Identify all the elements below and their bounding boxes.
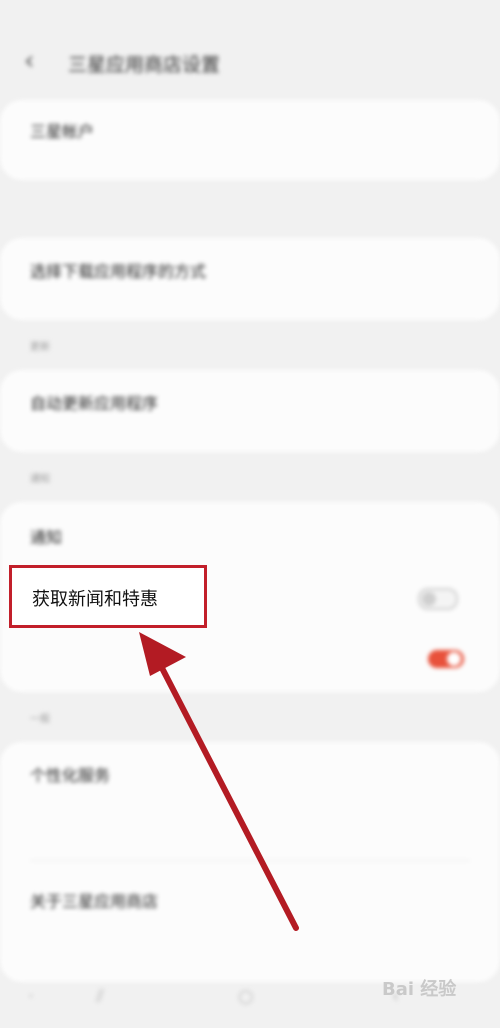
header: ‹ 三星应用商店设置 [0, 42, 500, 82]
page-title: 三星应用商店设置 [68, 54, 221, 76]
news-offers-toggle[interactable] [418, 588, 458, 610]
back-arrow-icon[interactable]: ‹ [24, 46, 34, 76]
about-title[interactable]: 关于三星应用商店 [30, 888, 158, 912]
news-offers-label: 获取新闻和特惠 [32, 589, 158, 610]
auto-update-title: 自动更新应用程序 [30, 394, 159, 413]
account-card[interactable]: 三星帐户 [0, 100, 500, 180]
personalized-title[interactable]: 个性化服务 [30, 762, 110, 786]
auto-update-card[interactable]: 自动更新应用程序 [0, 370, 500, 452]
account-title: 三星帐户 [30, 122, 95, 141]
download-method-title: 选择下载应用程序的方式 [30, 262, 207, 281]
nav-dot-icon[interactable]: · [28, 986, 34, 1007]
toggle-knob [447, 652, 461, 666]
section-update: 更新 [30, 342, 50, 353]
status-bar [0, 0, 500, 34]
general-card: 个性化服务 关于三星应用商店 [0, 742, 500, 982]
marketing-toggle[interactable] [428, 650, 464, 668]
toggle-knob [422, 592, 436, 606]
watermark-logo: Bai 经验 [382, 979, 457, 1000]
recent-apps-icon[interactable]: ⫽ [96, 986, 104, 1007]
home-icon[interactable]: ○ [238, 986, 254, 1007]
download-method-card[interactable]: 选择下载应用程序的方式 [0, 238, 500, 320]
divider [30, 860, 470, 861]
section-notifications: 通知 [30, 474, 50, 485]
section-general: 一般 [30, 714, 50, 725]
notifications-title[interactable]: 通知 [30, 524, 62, 548]
news-offers-highlight[interactable]: 获取新闻和特惠 [9, 565, 207, 628]
